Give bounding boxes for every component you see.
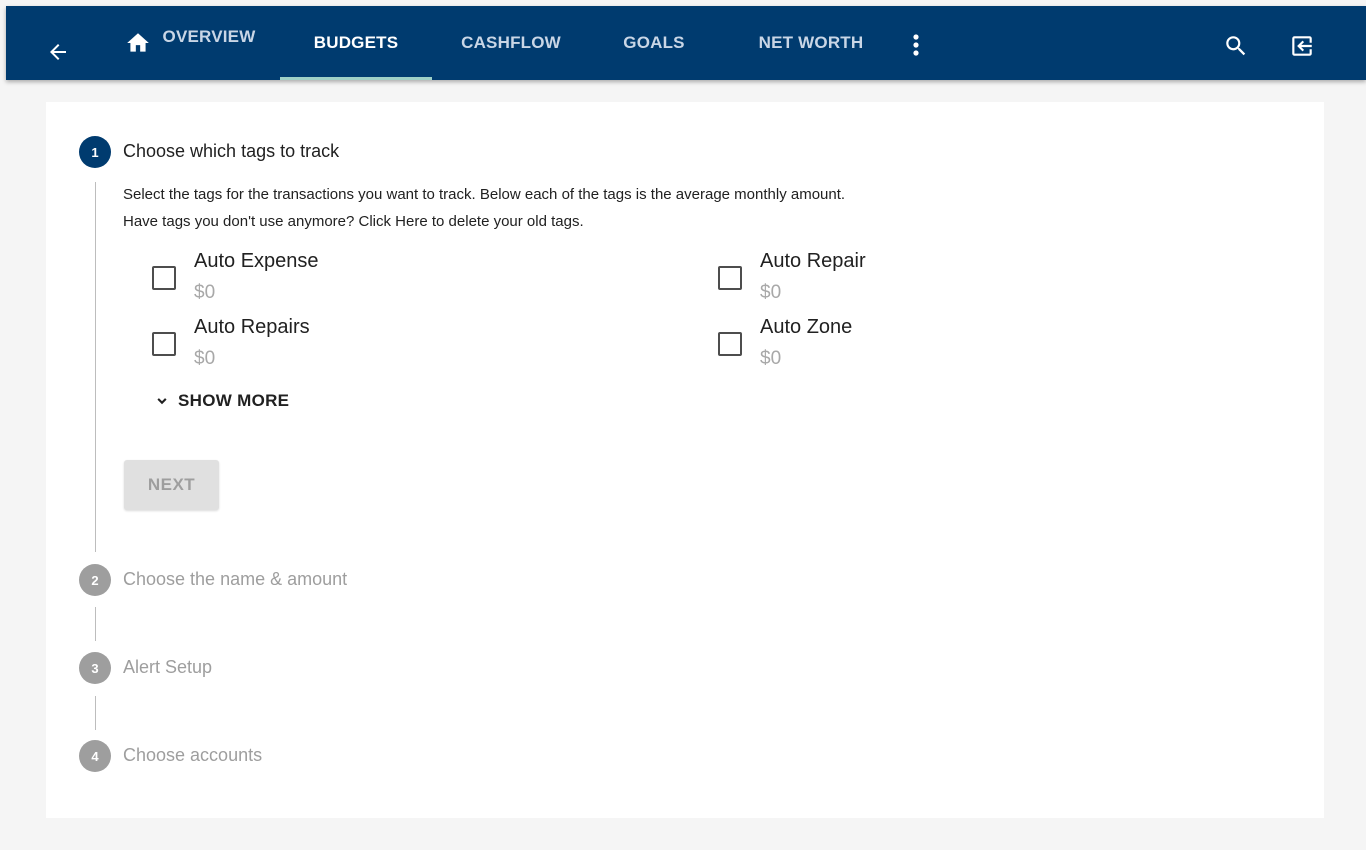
tab-net-worth[interactable]: NET WORTH <box>736 6 886 80</box>
tag-name: Auto Repairs <box>194 316 310 338</box>
chevron-down-icon <box>154 393 170 409</box>
more-vert-icon <box>913 34 919 56</box>
step-connector <box>95 696 96 730</box>
tag-name: Auto Zone <box>760 316 853 338</box>
exit-to-app-icon <box>1292 36 1312 56</box>
tab-label: GOALS <box>623 33 685 52</box>
step-1-indicator: 1 <box>79 136 111 168</box>
step-number: 3 <box>91 660 99 676</box>
home-icon <box>125 30 151 56</box>
step-number: 4 <box>91 748 99 764</box>
back-button[interactable] <box>44 40 72 64</box>
logout-button[interactable] <box>1286 30 1318 62</box>
step-connector <box>95 182 96 552</box>
tab-label: BUDGETS <box>313 33 399 52</box>
top-app-bar: OVERVIEW BUDGETS CASHFLOW GOALS NET WORT… <box>6 6 1366 80</box>
tag-average-amount: $0 <box>194 348 216 369</box>
tag-checkbox[interactable] <box>152 332 176 356</box>
step-number: 1 <box>91 144 99 160</box>
tag-checkbox[interactable] <box>718 266 742 290</box>
step-1-description: Select the tags for the transactions you… <box>123 186 846 203</box>
search-button[interactable] <box>1220 30 1252 62</box>
budget-stepper-card: 1 Choose which tags to track Select the … <box>46 102 1324 818</box>
step-4-indicator: 4 <box>79 740 111 772</box>
tab-label: NET WORTH <box>758 33 864 52</box>
tab-goals[interactable]: GOALS <box>600 6 708 80</box>
more-menu-button[interactable] <box>906 30 926 60</box>
step-3-indicator: 3 <box>79 652 111 684</box>
delete-old-tags-link[interactable]: Click Here <box>359 213 428 230</box>
show-more-label: SHOW MORE <box>178 391 290 410</box>
tag-average-amount: $0 <box>760 348 782 369</box>
delete-tags-hint: Have tags you don't use anymore? Click H… <box>123 213 584 230</box>
step-number: 2 <box>91 572 99 588</box>
step-2-title: Choose the name & amount <box>123 569 348 589</box>
tag-average-amount: $0 <box>194 282 216 303</box>
active-tab-indicator <box>280 77 432 80</box>
step-4-title: Choose accounts <box>123 745 263 765</box>
tab-label: CASHFLOW <box>461 33 561 52</box>
tag-average-amount: $0 <box>760 282 782 303</box>
tab-label: OVERVIEW <box>162 27 256 46</box>
tag-name: Auto Repair <box>760 250 866 272</box>
tag-checkbox[interactable] <box>152 266 176 290</box>
tab-budgets[interactable]: BUDGETS <box>280 6 432 80</box>
step-3-title: Alert Setup <box>123 657 213 677</box>
tag-checkbox[interactable] <box>718 332 742 356</box>
search-icon <box>1226 36 1246 56</box>
next-button[interactable]: NEXT <box>124 460 219 510</box>
tag-name: Auto Expense <box>194 250 319 272</box>
tag-option-auto-zone[interactable]: Auto Zone $0 <box>718 316 1018 376</box>
tag-option-auto-expense[interactable]: Auto Expense $0 <box>152 250 452 310</box>
step-2-indicator: 2 <box>79 564 111 596</box>
tab-cashflow[interactable]: CASHFLOW <box>440 6 582 80</box>
tab-overview[interactable]: OVERVIEW <box>110 6 270 80</box>
tag-option-auto-repairs[interactable]: Auto Repairs $0 <box>152 316 452 376</box>
arrow-back-icon <box>50 44 66 60</box>
show-more-button[interactable]: SHOW MORE <box>154 389 289 413</box>
step-1-title: Choose which tags to track <box>123 141 340 161</box>
tag-option-auto-repair[interactable]: Auto Repair $0 <box>718 250 1018 310</box>
step-connector <box>95 607 96 641</box>
